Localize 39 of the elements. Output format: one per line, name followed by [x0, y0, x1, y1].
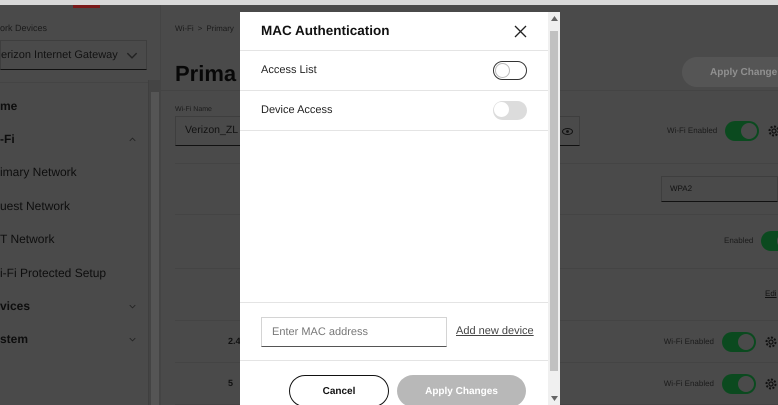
chevron-down-icon	[126, 52, 138, 58]
gear-icon[interactable]	[767, 124, 778, 138]
mac-address-field[interactable]: Enter MAC address	[261, 316, 447, 346]
setting-label: Access List	[261, 63, 317, 78]
add-device-link[interactable]: Add new device	[456, 323, 534, 340]
scrollbar[interactable]	[548, 12, 560, 405]
security-select[interactable]: WPA2	[661, 176, 778, 202]
nav-item[interactable]: uest Network	[0, 189, 148, 223]
chevron-up-icon	[129, 136, 136, 142]
device-select[interactable]: erizon Internet Gateway	[0, 40, 147, 70]
nav-item[interactable]: i-Fi Protected Setup	[0, 256, 148, 290]
band-label: 5	[228, 376, 234, 390]
chevron-down-icon	[129, 336, 136, 342]
scrollbar-thumb[interactable]	[550, 31, 558, 371]
nav-item[interactable]: stem	[0, 322, 148, 356]
setting-label: Device Access	[261, 103, 333, 118]
edit-link[interactable]: Edi	[765, 288, 777, 300]
nav-item[interactable]: vices	[0, 289, 148, 323]
page-title: Prima	[175, 60, 236, 88]
cancel-button[interactable]: Cancel	[289, 375, 389, 405]
modal-title: MAC Authentication	[261, 22, 390, 40]
nav-item[interactable]: -Fi	[0, 122, 148, 156]
toggle-switch[interactable]	[722, 332, 756, 352]
nav-item[interactable]: me	[0, 89, 148, 122]
gear-icon[interactable]	[764, 334, 778, 348]
scroll-up-icon[interactable]	[550, 16, 558, 21]
toggle-switch[interactable]	[493, 61, 527, 80]
breadcrumb-separator: >	[198, 23, 202, 35]
close-button[interactable]	[512, 23, 528, 39]
eye-icon	[562, 128, 573, 134]
gear-icon[interactable]	[764, 376, 778, 390]
toggle-switch[interactable]	[725, 121, 760, 141]
close-icon	[514, 24, 526, 38]
nav-item[interactable]: T Network	[0, 222, 148, 256]
chevron-down-icon	[129, 304, 136, 309]
toggle-switch[interactable]	[722, 374, 756, 394]
band-label: 2.4	[228, 334, 242, 348]
scroll-down-icon[interactable]	[550, 396, 558, 401]
nav-item[interactable]: imary Network	[0, 156, 148, 190]
